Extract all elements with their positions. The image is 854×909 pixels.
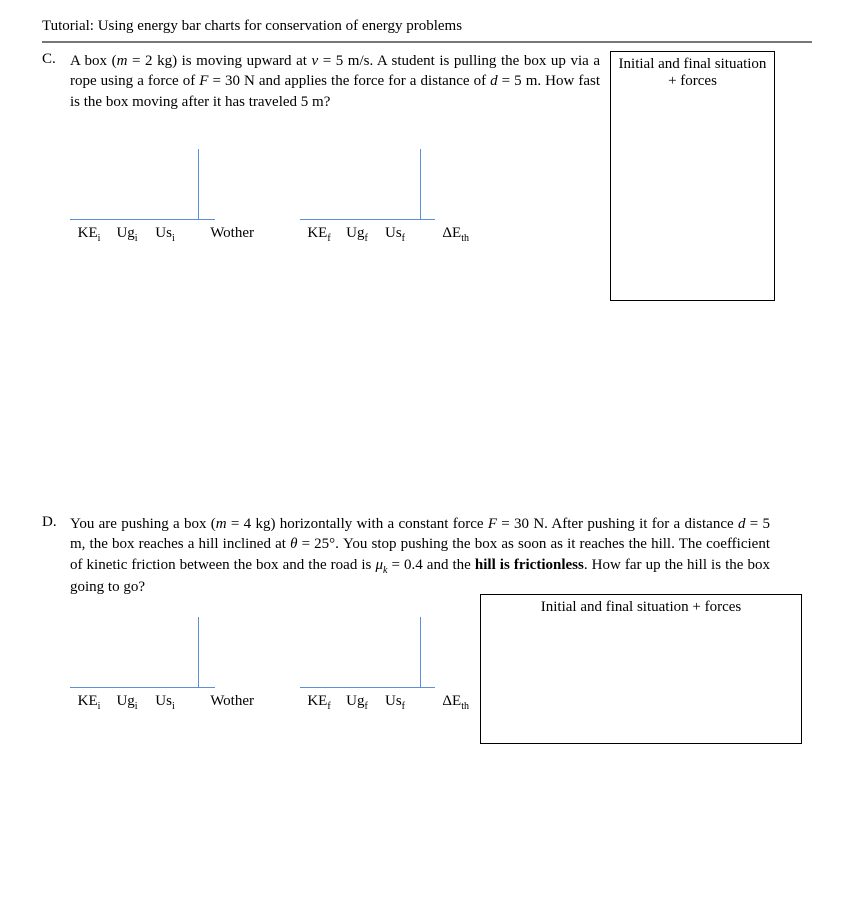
chart-d-final: KEf Ugf Usf ΔEth (300, 617, 480, 712)
situation-box-line: Initial and final situation (611, 56, 774, 73)
tutorial-title: Tutorial: Using energy bar charts for co… (42, 18, 812, 43)
chart-y-axis (198, 617, 199, 688)
label-us-i: Usi (146, 225, 184, 244)
label-us-f: Usf (376, 693, 414, 712)
label-ke-f: KEf (300, 225, 338, 244)
chart-y-axis (420, 617, 421, 688)
chart-x-axis (70, 219, 215, 220)
situation-box-line: + forces (611, 73, 774, 90)
problem-c-situation-box: Initial and final situation + forces (610, 51, 775, 301)
chart-y-axis (198, 149, 199, 220)
chart-x-axis (70, 687, 215, 688)
label-ke-f: KEf (300, 693, 338, 712)
problem-d: D. You are pushing a box (m = 4 kg) hori… (42, 514, 812, 772)
chart-c-final: KEf Ugf Usf ΔEth (300, 149, 480, 244)
problem-c-letter: C. (42, 51, 70, 68)
label-delta-eth: ΔEth (414, 225, 469, 244)
label-ke-i: KEi (70, 693, 108, 712)
label-wother: Wother (184, 693, 254, 712)
chart-x-axis (300, 687, 435, 688)
problem-c-prompt: A box (m = 2 kg) is moving upward at v =… (70, 51, 600, 112)
label-us-i: Usi (146, 693, 184, 712)
label-ug-f: Ugf (338, 693, 376, 712)
situation-box-line: Initial and final situation + forces (481, 599, 801, 616)
label-ug-i: Ugi (108, 693, 146, 712)
chart-y-axis (420, 149, 421, 220)
problem-d-situation-box: Initial and final situation + forces (480, 594, 802, 744)
label-wother: Wother (184, 225, 254, 244)
label-us-f: Usf (376, 225, 414, 244)
problem-c: C. A box (m = 2 kg) is moving upward at … (42, 51, 812, 244)
chart-x-axis (300, 219, 435, 220)
label-ke-i: KEi (70, 225, 108, 244)
chart-d-initial: KEi Ugi Usi Wother (70, 617, 270, 712)
problem-d-letter: D. (42, 514, 70, 531)
label-ug-i: Ugi (108, 225, 146, 244)
chart-c-initial: KEi Ugi Usi Wother (70, 149, 270, 244)
label-ug-f: Ugf (338, 225, 376, 244)
label-delta-eth: ΔEth (414, 693, 469, 712)
problem-d-prompt: You are pushing a box (m = 4 kg) horizon… (70, 514, 770, 597)
